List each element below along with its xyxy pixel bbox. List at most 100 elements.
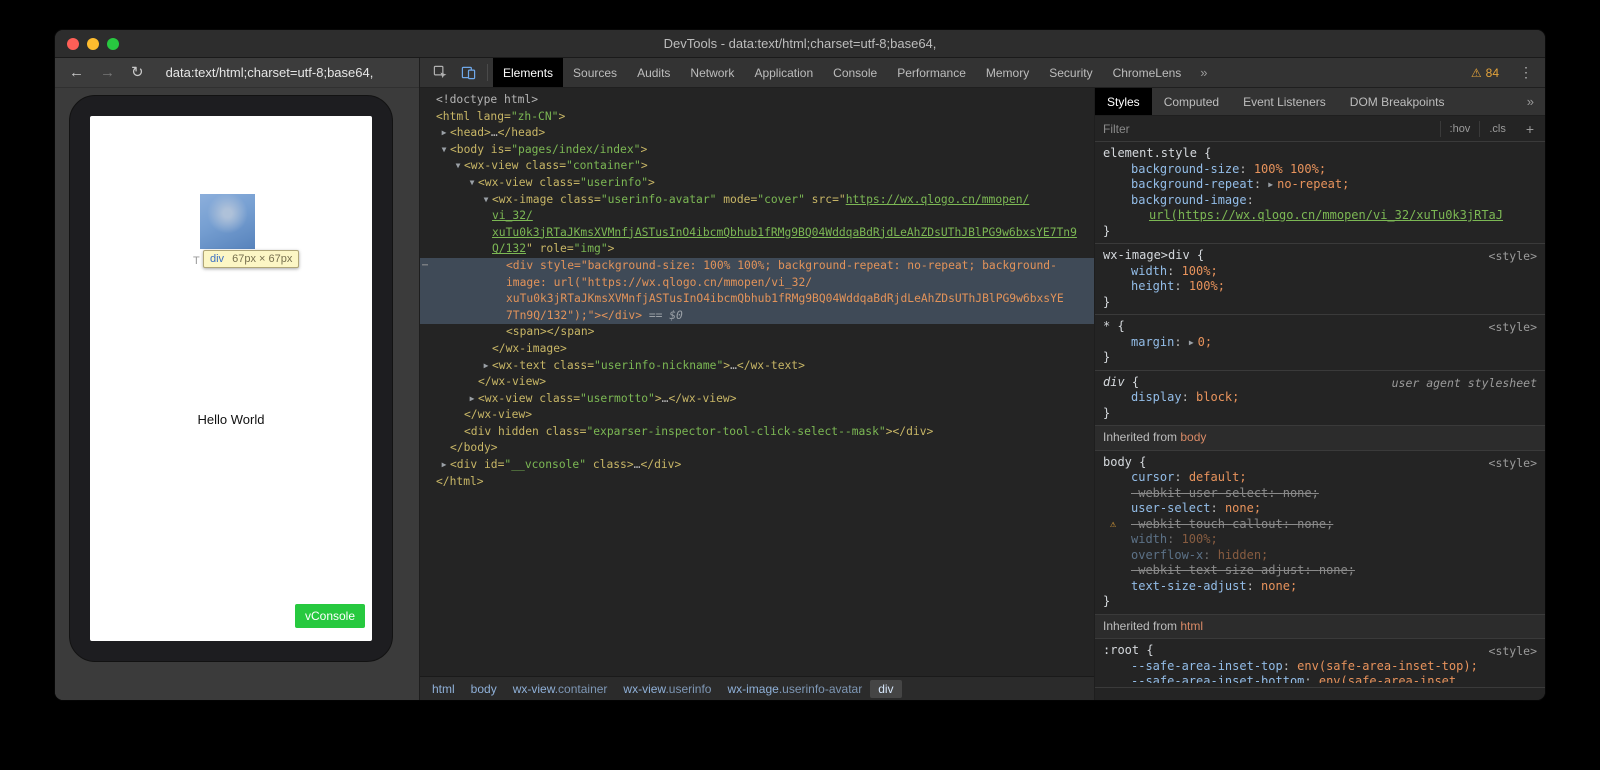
tab-console[interactable]: Console [823, 58, 887, 87]
tree-node[interactable]: image: url("https://wx.qlogo.cn/mmopen/v… [420, 275, 1094, 292]
back-icon[interactable]: ← [69, 65, 84, 80]
inherited-node-link[interactable]: html [1180, 619, 1203, 633]
css-property-value[interactable]: url(https://wx.qlogo.cn/mmopen/vi_32/xuT… [1103, 208, 1537, 224]
css-property[interactable]: ⚠-webkit-touch-callout: none; [1103, 517, 1537, 533]
tree-node[interactable]: ▼<wx-view class="container"> [420, 158, 1094, 175]
styles-tab-dom-breakpoints[interactable]: DOM Breakpoints [1338, 88, 1457, 115]
tree-node[interactable]: </body> [420, 440, 1094, 457]
expanded-arrow-icon[interactable]: ▼ [466, 175, 478, 192]
collapsed-arrow-icon[interactable]: ▶ [466, 391, 478, 408]
tree-node[interactable]: ▶<wx-view class="usermotto">…</wx-view> [420, 391, 1094, 408]
rule-selector[interactable]: :root { [1103, 643, 1537, 659]
tree-node[interactable]: <div hidden class="exparser-inspector-to… [420, 424, 1094, 441]
collapsed-arrow-icon[interactable]: ▶ [438, 457, 450, 474]
styles-tab-event-listeners[interactable]: Event Listeners [1231, 88, 1338, 115]
collapsed-arrow-icon[interactable]: ▶ [480, 358, 492, 375]
css-url-link[interactable]: url(https://wx.qlogo.cn/mmopen/vi_32/xuT… [1149, 208, 1503, 222]
cls-toggle[interactable]: .cls [1479, 121, 1515, 137]
userinfo-avatar-image[interactable] [200, 194, 255, 249]
breadcrumb-item-wx-image-userinfo-avatar[interactable]: wx-image.userinfo-avatar [719, 680, 870, 698]
rule-selector[interactable]: body { [1103, 455, 1537, 471]
tab-audits[interactable]: Audits [627, 58, 680, 87]
css-property[interactable]: -webkit-user-select: none; [1103, 486, 1537, 502]
css-property[interactable]: display: block; [1103, 390, 1537, 406]
url-text[interactable]: data:text/html;charset=utf-8;base64, [166, 65, 374, 80]
tree-node[interactable]: ▶<div id="__vconsole" class>…</div> [420, 457, 1094, 474]
warning-badge[interactable]: ⚠ 84 [1463, 58, 1507, 87]
tab-application[interactable]: Application [744, 58, 823, 87]
tree-node[interactable]: ▼<wx-view class="userinfo"> [420, 175, 1094, 192]
css-property[interactable]: width: 100%; [1103, 532, 1537, 548]
forward-icon[interactable]: → [100, 65, 115, 80]
rule-selector[interactable]: wx-image>div { [1103, 248, 1537, 264]
css-property[interactable]: --safe-area-inset-bottom: env(safe-area-… [1103, 674, 1537, 683]
breadcrumb-item-html[interactable]: html [424, 680, 463, 698]
tree-node[interactable]: ▼<body is="pages/index/index"> [420, 142, 1094, 159]
css-property[interactable]: cursor: default; [1103, 470, 1537, 486]
tree-node[interactable]: <!doctype html> [420, 92, 1094, 109]
tree-node[interactable]: </wx-image> [420, 341, 1094, 358]
tree-node[interactable]: </wx-view> [420, 407, 1094, 424]
new-style-rule-icon[interactable]: + [1515, 121, 1545, 137]
styles-tab-computed[interactable]: Computed [1152, 88, 1231, 115]
breadcrumb-item-wx-view-userinfo[interactable]: wx-view.userinfo [615, 680, 719, 698]
css-property[interactable]: --safe-area-inset-top: env(safe-area-ins… [1103, 659, 1537, 675]
node-menu-icon[interactable]: ⋯ [422, 258, 428, 275]
rule-selector[interactable]: element.style { [1103, 146, 1537, 162]
rule-origin[interactable]: <style> [1489, 644, 1537, 660]
vconsole-button[interactable]: vConsole [295, 604, 365, 628]
tab-memory[interactable]: Memory [976, 58, 1039, 87]
tree-node[interactable]: ▼<wx-image class="userinfo-avatar" mode=… [420, 192, 1094, 209]
css-property[interactable]: margin: ▶0; [1103, 335, 1537, 351]
tab-chromelens[interactable]: ChromeLens [1103, 58, 1192, 87]
css-property[interactable]: background-size: 100% 100%; [1103, 162, 1537, 178]
styles-tab-styles[interactable]: Styles [1095, 88, 1152, 115]
menu-icon[interactable]: ⋮ [1507, 58, 1545, 87]
tree-node[interactable]: ⋯<div style="background-size: 100% 100%;… [420, 258, 1094, 275]
more-tabs-icon[interactable]: » [1191, 58, 1216, 87]
tab-sources[interactable]: Sources [563, 58, 627, 87]
breadcrumb-item-div[interactable]: div [870, 680, 901, 698]
css-property[interactable]: text-size-adjust: none; [1103, 579, 1537, 595]
tree-node[interactable]: <span></span> [420, 324, 1094, 341]
tree-node[interactable]: </wx-view> [420, 374, 1094, 391]
css-property[interactable]: -webkit-text-size-adjust: none; [1103, 563, 1537, 579]
tab-performance[interactable]: Performance [887, 58, 976, 87]
css-property[interactable]: height: 100%; [1103, 279, 1537, 295]
more-styles-tabs-icon[interactable]: » [1516, 88, 1545, 115]
titlebar[interactable]: DevTools - data:text/html;charset=utf-8;… [55, 30, 1545, 58]
tree-node[interactable]: ▶<head>…</head> [420, 125, 1094, 142]
expand-value-icon[interactable]: ▶ [1268, 180, 1273, 189]
reload-icon[interactable]: ↻ [131, 65, 144, 80]
breadcrumb-item-wx-view-container[interactable]: wx-view.container [505, 680, 616, 698]
rule-origin[interactable]: <style> [1489, 249, 1537, 265]
tab-security[interactable]: Security [1039, 58, 1102, 87]
device-toolbar-icon[interactable] [454, 58, 482, 87]
css-property[interactable]: overflow-x: hidden; [1103, 548, 1537, 564]
rule-origin[interactable]: <style> [1489, 320, 1537, 336]
tree-node[interactable]: vi_32/ [420, 208, 1094, 225]
tree-node[interactable]: </html> [420, 474, 1094, 491]
expanded-arrow-icon[interactable]: ▼ [480, 192, 492, 209]
css-property[interactable]: width: 100%; [1103, 264, 1537, 280]
expanded-arrow-icon[interactable]: ▼ [438, 142, 450, 159]
rule-selector[interactable]: * { [1103, 319, 1537, 335]
tree-node[interactable]: <html lang="zh-CN"> [420, 109, 1094, 126]
tree-node[interactable]: 7Tn9Q/132");"></div> == $0 [420, 308, 1094, 325]
expanded-arrow-icon[interactable]: ▼ [452, 158, 464, 175]
tree-node[interactable]: xuTu0k3jRTaJKmsXVMnfjASTusInO4ibcmQbhub1… [420, 291, 1094, 308]
tree-node[interactable]: Q/132" role="img"> [420, 241, 1094, 258]
breadcrumb-item-body[interactable]: body [463, 680, 505, 698]
styles-filter-input[interactable]: Filter [1095, 122, 1440, 136]
rule-origin[interactable]: <style> [1489, 456, 1537, 472]
css-property[interactable]: background-repeat: ▶no-repeat; [1103, 177, 1537, 193]
css-property[interactable]: background-image: [1103, 193, 1537, 209]
expand-value-icon[interactable]: ▶ [1189, 338, 1194, 347]
inherited-node-link[interactable]: body [1180, 430, 1206, 444]
collapsed-arrow-icon[interactable]: ▶ [438, 125, 450, 142]
hov-toggle[interactable]: :hov [1440, 121, 1480, 137]
tree-node[interactable]: ▶<wx-text class="userinfo-nickname">…</w… [420, 358, 1094, 375]
inspect-icon[interactable] [426, 58, 454, 87]
tree-node[interactable]: xuTu0k3jRTaJKmsXVMnfjASTusInO4ibcmQbhub1… [420, 225, 1094, 242]
css-property[interactable]: user-select: none; [1103, 501, 1537, 517]
